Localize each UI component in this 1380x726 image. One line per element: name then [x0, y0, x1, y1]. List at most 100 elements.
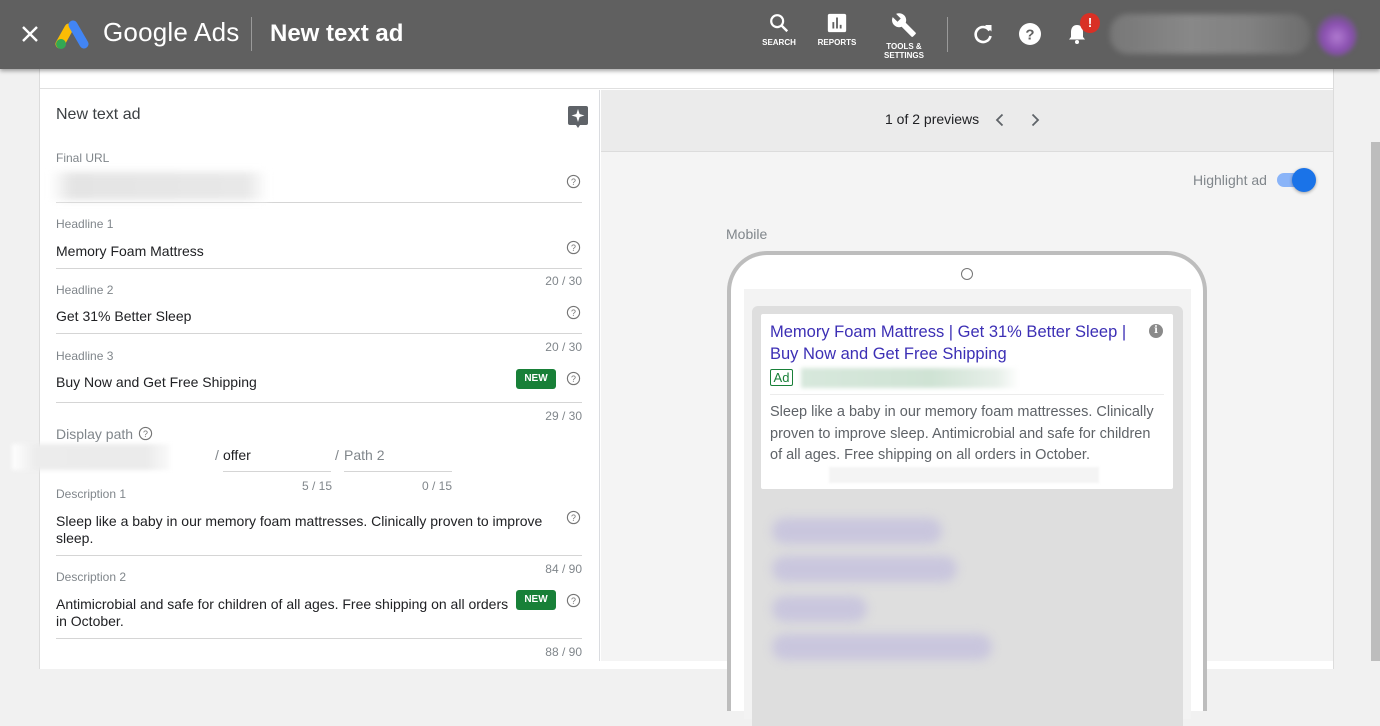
description-2-field[interactable]: Description 2 Antimicrobial and safe for…: [56, 570, 582, 639]
headline-3-input[interactable]: Buy Now and Get Free Shipping: [56, 374, 257, 391]
chevron-left-icon[interactable]: [992, 111, 1008, 129]
search-button[interactable]: SEARCH: [758, 12, 800, 47]
top-app-bar: Google Ads New text ad SEARCH REPORTS TO…: [0, 0, 1380, 69]
divider: [770, 394, 1164, 395]
field-underline: [56, 638, 582, 639]
blurred-result: [772, 518, 942, 544]
svg-text:?: ?: [571, 513, 576, 523]
description-2-input[interactable]: Antimicrobial and safe for children of a…: [56, 596, 516, 630]
headline-2-field[interactable]: Headline 2 Get 31% Better Sleep: [56, 283, 582, 335]
account-info[interactable]: [1110, 14, 1310, 54]
field-underline: [56, 202, 582, 203]
bar-chart-icon: [827, 13, 847, 33]
ad-preview-panel: 1 of 2 previews Highlight ad Mobile Memo…: [601, 90, 1333, 726]
display-path-domain-redacted: [12, 444, 170, 470]
ad-description: Sleep like a baby in our memory foam mat…: [770, 404, 1154, 463]
help-icon[interactable]: ?: [566, 240, 581, 255]
field-underline: [223, 471, 331, 472]
preview-count: 1 of 2 previews: [885, 111, 980, 127]
new-badge: NEW: [516, 590, 556, 610]
ad-headline-link[interactable]: Memory Foam Mattress | Get 31% Better Sl…: [770, 322, 1144, 365]
toggle-knob: [1292, 168, 1316, 192]
help-icon[interactable]: ?: [566, 371, 581, 386]
tools-label-line1: TOOLS &: [886, 42, 922, 51]
field-underline: [56, 402, 582, 403]
tools-settings-button[interactable]: TOOLS & SETTINGS: [876, 12, 932, 60]
info-icon[interactable]: i: [1149, 324, 1163, 338]
google-ads-logo: [55, 20, 89, 49]
path-2-input[interactable]: Path 2: [344, 447, 384, 463]
search-icon: [770, 14, 789, 33]
brand-name: Google Ads: [103, 17, 240, 47]
page-scrollbar[interactable]: [1371, 142, 1380, 661]
ad-extension-redacted: [829, 467, 1099, 483]
field-underline: [56, 333, 582, 334]
svg-text:?: ?: [571, 177, 576, 187]
path-separator: /: [335, 447, 339, 463]
display-path-label: Display path: [56, 426, 134, 442]
help-icon[interactable]: ?: [566, 510, 581, 525]
ad-badge: Ad: [770, 369, 793, 386]
notification-badge: !: [1080, 13, 1100, 33]
description-2-counter: 88 / 90: [545, 645, 582, 659]
ad-card: Memory Foam Mattress | Get 31% Better Sl…: [761, 314, 1173, 489]
headline-3-counter: 29 / 30: [545, 409, 582, 423]
headline-2-label: Headline 2: [56, 283, 114, 297]
close-icon[interactable]: [18, 22, 42, 46]
divider: [947, 17, 948, 52]
path-separator: /: [215, 447, 219, 463]
svg-text:?: ?: [571, 596, 576, 606]
phone-screen: Memory Foam Mattress | Get 31% Better Sl…: [744, 289, 1191, 726]
headline-3-label: Headline 3: [56, 349, 114, 363]
description-2-label: Description 2: [56, 570, 127, 584]
shell-strip: [40, 69, 1333, 89]
reports-label: REPORTS: [817, 38, 857, 47]
help-icon[interactable]: ?: [138, 426, 153, 441]
help-icon[interactable]: ?: [566, 174, 581, 189]
mobile-device-frame: Memory Foam Mattress | Get 31% Better Sl…: [727, 251, 1207, 726]
svg-text:?: ?: [571, 374, 576, 384]
final-url-label: Final URL: [56, 151, 110, 165]
help-icon[interactable]: ?: [566, 305, 581, 320]
field-underline: [344, 471, 452, 472]
description-1-label: Description 1: [56, 487, 127, 501]
field-underline: [56, 555, 582, 556]
new-badge: NEW: [516, 369, 556, 389]
wrench-icon: [892, 13, 916, 37]
ad-display-url-redacted: [801, 368, 1019, 388]
svg-text:?: ?: [1025, 27, 1034, 44]
highlight-ad-toggle[interactable]: [1275, 168, 1316, 192]
path-1-input[interactable]: offer: [223, 447, 251, 463]
sparkle-icon[interactable]: [568, 106, 588, 128]
tools-label-line2: SETTINGS: [883, 51, 924, 60]
chevron-right-icon[interactable]: [1027, 111, 1043, 129]
headline-1-field[interactable]: Headline 1 Memory Foam Mattress: [56, 217, 582, 269]
blurred-result: [772, 634, 992, 660]
device-label: Mobile: [726, 226, 768, 242]
blurred-result: [772, 596, 867, 622]
page-title: New text ad: [270, 20, 404, 47]
description-1-input[interactable]: Sleep like a baby in our memory foam mat…: [56, 513, 551, 547]
camera-icon: [961, 268, 973, 280]
svg-text:?: ?: [571, 308, 576, 318]
reports-button[interactable]: REPORTS: [814, 12, 860, 47]
help-icon[interactable]: ?: [566, 593, 581, 608]
avatar[interactable]: [1317, 14, 1357, 56]
headline-3-field[interactable]: Headline 3 Buy Now and Get Free Shipping: [56, 349, 582, 404]
divider: [251, 17, 252, 51]
headline-2-input[interactable]: Get 31% Better Sleep: [56, 308, 191, 325]
highlight-ad-label: Highlight ad: [1193, 172, 1267, 188]
headline-1-label: Headline 1: [56, 217, 114, 231]
headline-1-input[interactable]: Memory Foam Mattress: [56, 243, 204, 260]
form-title: New text ad: [56, 106, 141, 123]
svg-text:?: ?: [571, 243, 576, 253]
blurred-result: [772, 556, 957, 582]
refresh-icon[interactable]: [971, 22, 995, 46]
help-icon[interactable]: ?: [1018, 22, 1042, 46]
preview-header: 1 of 2 previews: [601, 90, 1333, 152]
description-1-field[interactable]: Description 1 Sleep like a baby in our m…: [56, 487, 582, 556]
svg-text:?: ?: [143, 429, 148, 439]
field-underline: [56, 268, 582, 269]
search-label: SEARCH: [762, 38, 796, 47]
final-url-value-redacted[interactable]: [50, 172, 268, 200]
